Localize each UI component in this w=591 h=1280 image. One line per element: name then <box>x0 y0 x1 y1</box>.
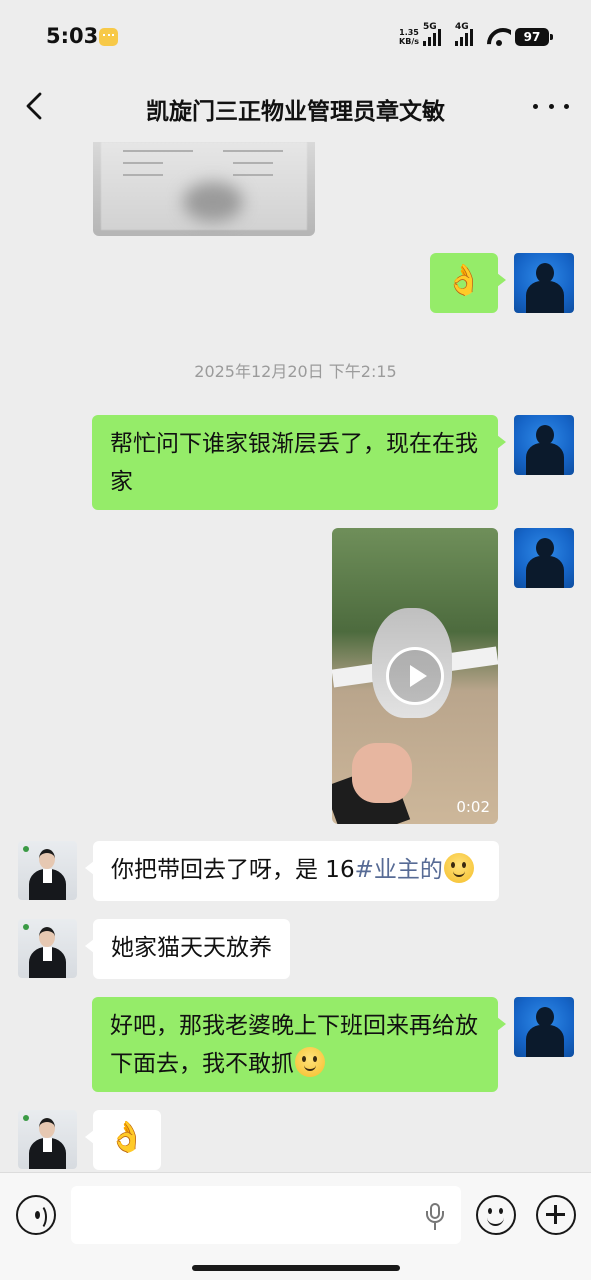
document-line <box>123 174 163 176</box>
hashtag-link[interactable]: #业主的 <box>355 857 443 883</box>
contact-message-bubble[interactable]: 她家猫天天放养 <box>85 919 290 979</box>
message-timestamp: 2025年12月20日 下午2:15 <box>194 362 397 381</box>
signal-4g-icon: 4G <box>455 22 483 46</box>
status-indicators: 1.35 KB/s 5G 4G 97 <box>399 22 553 50</box>
my-avatar[interactable] <box>514 415 574 475</box>
more-dot-icon <box>533 103 538 109</box>
contact-avatar[interactable] <box>18 1110 77 1169</box>
message-text: 她家猫天天放养 <box>111 935 272 961</box>
my-avatar[interactable] <box>514 997 574 1057</box>
my-avatar[interactable] <box>514 528 574 588</box>
smile-emoji <box>295 1047 325 1077</box>
play-icon[interactable] <box>386 647 444 705</box>
document-line <box>223 150 283 152</box>
chat-title: 凯旋门三正物业管理员章文敏 <box>146 99 445 125</box>
my-message-bubble[interactable]: 好吧，那我老婆晚上下班回来再给放下面去，我不敢抓 <box>92 997 506 1092</box>
network-speed-value: 1.35 <box>399 28 419 37</box>
chat-messages[interactable]: 👌 2025年12月20日 下午2:15 帮忙问下谁家银渐层丢了，现在在我家 0… <box>0 142 591 1172</box>
message-text: 好吧，那我老婆晚上下班回来再给放下面去，我不敢抓 <box>110 1013 478 1077</box>
smile-emoji <box>443 853 474 883</box>
home-indicator[interactable] <box>192 1265 400 1271</box>
more-dot-icon <box>548 103 554 109</box>
document-line <box>233 174 273 176</box>
chevron-left-icon <box>26 92 42 120</box>
more-dot-icon <box>564 103 569 109</box>
my-message-bubble[interactable]: 帮忙问下谁家银渐层丢了，现在在我家 <box>92 415 506 510</box>
video-message[interactable]: 0:02 <box>332 528 498 824</box>
message-input[interactable] <box>71 1186 461 1244</box>
message-input-bar <box>0 1172 591 1280</box>
contact-message-bubble[interactable]: 👌 <box>85 1110 161 1170</box>
chat-header: 凯旋门三正物业管理员章文敏 <box>0 72 591 142</box>
message-notification-icon <box>99 28 118 46</box>
contact-avatar[interactable] <box>18 919 77 978</box>
blurred-area <box>183 182 243 222</box>
microphone-icon[interactable] <box>425 1203 445 1231</box>
signal-5g-label: 5G <box>423 22 437 32</box>
document-line <box>123 162 163 164</box>
signal-5g-icon: 5G <box>423 22 451 46</box>
battery-icon: 97 <box>515 28 553 46</box>
image-message[interactable] <box>93 142 315 236</box>
contact-avatar[interactable] <box>18 841 77 900</box>
video-duration: 0:02 <box>456 798 490 816</box>
ok-hand-emoji: 👌 <box>108 1120 146 1155</box>
signal-4g-label: 4G <box>455 22 469 32</box>
my-message-bubble[interactable]: 👌 <box>430 253 506 313</box>
network-speed: 1.35 KB/s <box>399 28 419 46</box>
status-time: 5:03 <box>46 24 99 48</box>
more-options-button[interactable] <box>533 92 569 120</box>
status-bar: 5:03 1.35 KB/s 5G 4G 97 <box>0 0 591 72</box>
ok-hand-emoji: 👌 <box>445 263 483 298</box>
contact-message-bubble[interactable]: 你把带回去了呀，是 16#业主的 <box>85 841 499 901</box>
message-text: 你把带回去了呀，是 16 <box>111 857 355 883</box>
more-functions-button[interactable] <box>536 1195 576 1235</box>
network-speed-unit: KB/s <box>399 37 419 46</box>
back-button[interactable] <box>18 90 50 122</box>
emoji-button[interactable] <box>476 1195 516 1235</box>
voice-mode-button[interactable] <box>16 1195 56 1235</box>
wifi-icon <box>487 28 511 46</box>
document-line <box>233 162 273 164</box>
my-avatar[interactable] <box>514 253 574 313</box>
document-line <box>123 150 193 152</box>
message-text: 帮忙问下谁家银渐层丢了，现在在我家 <box>110 431 478 495</box>
